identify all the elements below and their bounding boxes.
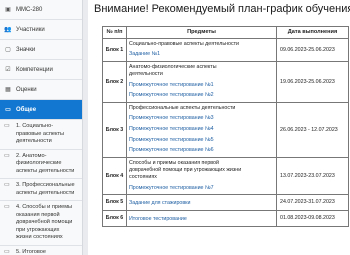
block-dates: 13.07.2023-23.07.2023 [276,156,349,196]
header-num: № п/п [102,26,127,39]
sidebar-section-label: 1. Социально- правовые аспекты деятельно… [16,123,65,144]
block-name: Блок 3 [102,101,127,158]
sidebar-item-label: Оценки [16,86,37,93]
block-name: Блок 6 [102,210,127,227]
activity-link[interactable]: Задание №1 [129,51,274,58]
sidebar-item[interactable]: ▭ Общее [0,100,82,120]
block-name: Блок 5 [102,194,127,212]
sidebar-item[interactable]: 👥 Участники [0,20,82,40]
table-row: Блок 5 Задание для стажировки 24.07.2023-3… [102,194,349,212]
sidebar-item[interactable]: ▦ Оценки [0,80,82,100]
subject-text: Способы и приемы оказания первой [129,159,219,166]
sidebar-section-label: 2. Анатомо- физиологические аспекты деят… [16,152,75,174]
activity-link[interactable]: Промежуточное тестирование №6 [129,147,274,154]
sidebar-section-label: 3. Профессиональные аспекты деятельности [16,182,75,196]
sidebar-section[interactable]: ▭ 5. Итоговое [0,245,82,255]
sidebar-item-label: Общее [16,106,37,113]
subject-text: состояниях [129,174,157,181]
block-subjects: Социально-правовые аспекты деятельности З… [126,38,277,62]
sidebar-item-label: Значки [16,46,36,53]
badge-icon: ▢ [5,47,11,53]
block-subjects: Задание для стажировки [126,194,277,212]
block-subjects: Итоговое тестирование [126,210,277,227]
folder-icon: ▭ [5,107,11,113]
folder-icon: ▭ [4,182,10,188]
block-dates: 19.06.2023-25.06.2023 [276,60,349,103]
sidebar-item[interactable]: ▣ ММС-280 [0,0,82,20]
sidebar-section[interactable]: ▭ 4. Способы и приемы оказания первой дов… [0,201,82,246]
sidebar-section-label: 5. Итоговое [16,248,47,255]
subject-text: Анатомо-физиологические аспекты [129,63,217,70]
block-dates: 24.07.2023-31.07.2023 [276,194,349,212]
folder-icon: ▭ [4,204,10,210]
subject-text: деятельности [129,71,163,78]
table-row: Блок 2 Анатомо-физиологические аспекты дея… [102,60,349,103]
sidebar-item[interactable]: ☑ Компетенции [0,60,82,80]
block-dates: 26.06.2023 - 12.07.2023 [276,101,349,158]
block-dates: 09.06.2023-25.06.2023 [276,38,349,62]
activity-link[interactable]: Промежуточное тестирование №1 [129,82,274,89]
sidebar-section[interactable]: ▭ 1. Социально- правовые аспекты деятельн… [0,120,82,150]
block-subjects: Способы и приемы оказания первой доврачеб… [126,156,277,196]
header-dates: Дата выполнения [276,26,349,39]
users-icon: 👥 [4,27,12,33]
sidebar-item-label: ММС-280 [16,6,43,13]
block-name: Блок 2 [102,60,127,103]
main-content: Внимание! Рекомендуемый план-график обуч… [88,0,350,255]
table-row: Блок 1 Социально-правовые аспекты деятель… [102,38,349,62]
grades-icon: ▦ [5,87,11,93]
subject-text: Профессиональные аспекты деятельности [129,104,236,111]
table-row: Блок 3 Профессиональные аспекты деятельно… [102,101,349,158]
activity-link[interactable]: Промежуточное тестирование №2 [129,92,274,99]
activity-link[interactable]: Итоговое тестирование [129,216,274,223]
activity-link[interactable]: Задание для стажировки [129,200,274,207]
table-row: Блок 6 Итоговое тестирование 01.08.2023-09… [102,210,349,227]
table-row: Блок 4 Способы и приемы оказания первой до… [102,156,349,196]
block-name: Блок 4 [102,156,127,196]
sidebar-item[interactable]: ▢ Значки [0,40,82,60]
activity-link[interactable]: Промежуточное тестирование №7 [129,185,274,192]
schedule-table: № п/п Предметы Дата выполнения Блок 1 Соц… [102,26,349,227]
activity-link[interactable]: Промежуточное тестирование №3 [129,115,274,122]
sidebar-section[interactable]: ▭ 3. Профессиональные аспекты деятельност… [0,179,82,201]
subject-text: Социально-правовые аспекты деятельности [129,40,239,47]
sidebar-section-label: 4. Способы и приемы оказания первой довр… [16,204,73,240]
sidebar-item-label: Компетенции [16,66,53,73]
header-subjects: Предметы [126,26,277,39]
subject-text: доврачебной помощи при угрожающих жизни [129,166,242,173]
course-sidebar: ▣ ММС-280 👥 Участники ▢ Значки ☑ Компетенции ▦ Оц… [0,0,83,255]
sidebar-item-label: Участники [16,26,45,33]
block-name: Блок 1 [102,38,127,62]
activity-link[interactable]: Промежуточное тестирование №4 [129,126,274,133]
block-subjects: Профессиональные аспекты деятельности Про… [126,101,277,158]
page-title: Внимание! Рекомендуемый план-график обуч… [94,3,350,15]
graduation-cap-icon: ▣ [5,7,11,13]
folder-icon: ▭ [4,152,10,159]
activity-link[interactable]: Промежуточное тестирование №5 [129,137,274,144]
block-dates: 01.08.2023-09.08.2023 [276,210,349,227]
block-subjects: Анатомо-физиологические аспекты деятельно… [126,60,277,103]
folder-icon: ▭ [4,123,10,129]
table-header-row: № п/п Предметы Дата выполнения [102,26,349,39]
sidebar-section[interactable]: ▭ 2. Анатомо- физиологические аспекты дея… [0,149,82,179]
folder-icon: ▭ [4,248,10,255]
checkbox-icon: ☑ [5,67,11,73]
